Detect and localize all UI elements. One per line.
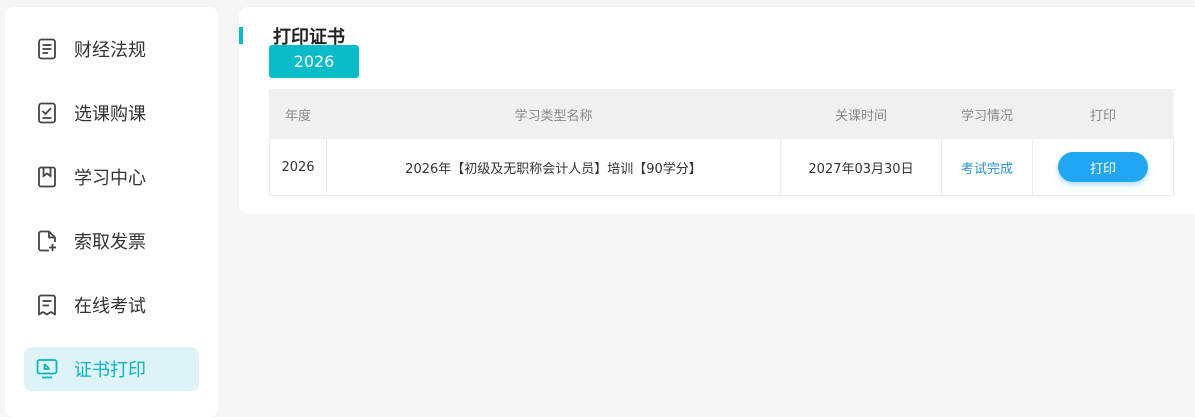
cell-print: 打印	[1032, 138, 1174, 196]
exam-paper-icon	[36, 294, 58, 316]
header-study-type: 学习类型名称	[326, 89, 781, 139]
cell-study-type: 2026年【初级及无职称会计人员】培训【90学分】	[326, 138, 781, 196]
document-list-icon	[36, 38, 58, 60]
sidebar-item-course-purchase[interactable]: 选课购课	[24, 91, 199, 135]
title-accent-bar	[239, 27, 243, 44]
print-button[interactable]: 打印	[1058, 152, 1148, 182]
certificate-table: 年度 学习类型名称 关课时间 学习情况 打印 2026 2026年【初级及无职称…	[269, 89, 1174, 196]
sidebar-item-label: 索取发票	[74, 232, 146, 253]
header-year: 年度	[269, 89, 327, 139]
sidebar-item-online-exam[interactable]: 在线考试	[24, 283, 199, 327]
status-link[interactable]: 考试完成	[961, 162, 1013, 177]
sidebar-item-certificate-print[interactable]: 证书打印	[24, 347, 199, 391]
cell-year: 2026	[269, 138, 327, 196]
header-study-status: 学习情况	[941, 89, 1033, 139]
header-close-time: 关课时间	[780, 89, 942, 139]
sidebar-item-finance-regulations[interactable]: 财经法规	[24, 27, 199, 71]
certificate-panel: 打印证书 2026 年度 学习类型名称 关课时间 学习情况 打印 2026 20…	[239, 7, 1195, 214]
monitor-icon	[36, 358, 58, 380]
file-add-icon	[36, 230, 58, 252]
cell-close-time: 2027年03月30日	[780, 138, 942, 196]
sidebar-item-label: 财经法规	[74, 40, 146, 61]
table-header-row: 年度 学习类型名称 关课时间 学习情况 打印	[269, 89, 1174, 139]
sidebar-item-learning-center[interactable]: 学习中心	[24, 155, 199, 199]
checkbox-doc-icon	[36, 102, 58, 124]
year-tab[interactable]: 2026	[269, 45, 359, 78]
header-print: 打印	[1032, 89, 1174, 139]
bookmark-icon	[36, 166, 58, 188]
sidebar-item-request-invoice[interactable]: 索取发票	[24, 219, 199, 263]
sidebar-item-label: 选课购课	[74, 104, 146, 125]
sidebar-item-label: 证书打印	[74, 360, 146, 381]
table-row: 2026 2026年【初级及无职称会计人员】培训【90学分】 2027年03月3…	[269, 138, 1174, 196]
cell-study-status: 考试完成	[941, 138, 1033, 196]
sidebar-item-label: 在线考试	[74, 296, 146, 317]
sidebar-item-label: 学习中心	[74, 168, 146, 189]
sidebar: 财经法规 选课购课 学习中心 索取发票 在线考试 证书打印	[5, 7, 218, 417]
